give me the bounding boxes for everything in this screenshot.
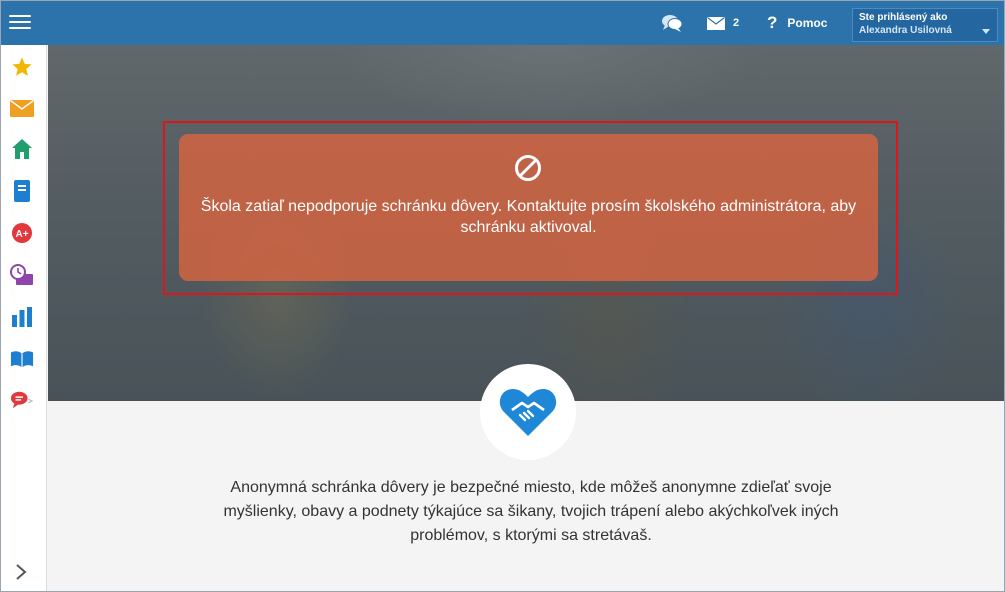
hamburger-icon[interactable] [9, 12, 31, 34]
description-text: Anonymná schránka dôvery je bezpečné mie… [223, 479, 839, 544]
schedule-icon[interactable] [10, 263, 34, 287]
chevron-right-icon[interactable] [14, 563, 30, 583]
chevron-down-icon [982, 29, 990, 34]
open-book-icon[interactable] [10, 347, 34, 371]
chat-bubbles-icon [662, 15, 683, 32]
alert-message: Škola zatiaľ nepodporuje schránku dôvery… [200, 198, 857, 236]
chat-button[interactable] [661, 1, 683, 45]
heart-handshake-icon [499, 388, 557, 436]
user-label: Ste prihlásený ako [859, 12, 948, 23]
speech-bubbles-icon[interactable] [10, 389, 34, 413]
envelope-icon[interactable] [10, 96, 34, 120]
home-icon[interactable] [10, 137, 34, 161]
user-name: Alexandra Usilovná [859, 25, 952, 36]
grade-icon[interactable]: A+ [10, 221, 34, 245]
ban-icon [515, 155, 541, 181]
heart-badge [480, 364, 576, 460]
help-button[interactable]: ? Pomoc [767, 1, 827, 45]
sidebar: A+ [1, 45, 47, 591]
help-label: Pomoc [787, 16, 828, 30]
question-mark-icon: ? [767, 13, 778, 32]
alert-box: Škola zatiaľ nepodporuje schránku dôvery… [179, 134, 878, 281]
bar-chart-icon[interactable] [10, 305, 34, 329]
star-icon[interactable] [10, 55, 34, 79]
messages-button[interactable]: 2 [707, 1, 739, 45]
user-menu[interactable]: Ste prihlásený ako Alexandra Usilovná [852, 8, 998, 42]
app-frame: 2 ? Pomoc Ste prihlásený ako Alexandra U… [0, 0, 1005, 592]
notebook-icon[interactable] [10, 179, 34, 203]
top-bar: 2 ? Pomoc Ste prihlásený ako Alexandra U… [1, 1, 1004, 45]
messages-count: 2 [733, 17, 740, 29]
envelope-icon [707, 16, 725, 30]
svg-text:A+: A+ [15, 229, 28, 240]
